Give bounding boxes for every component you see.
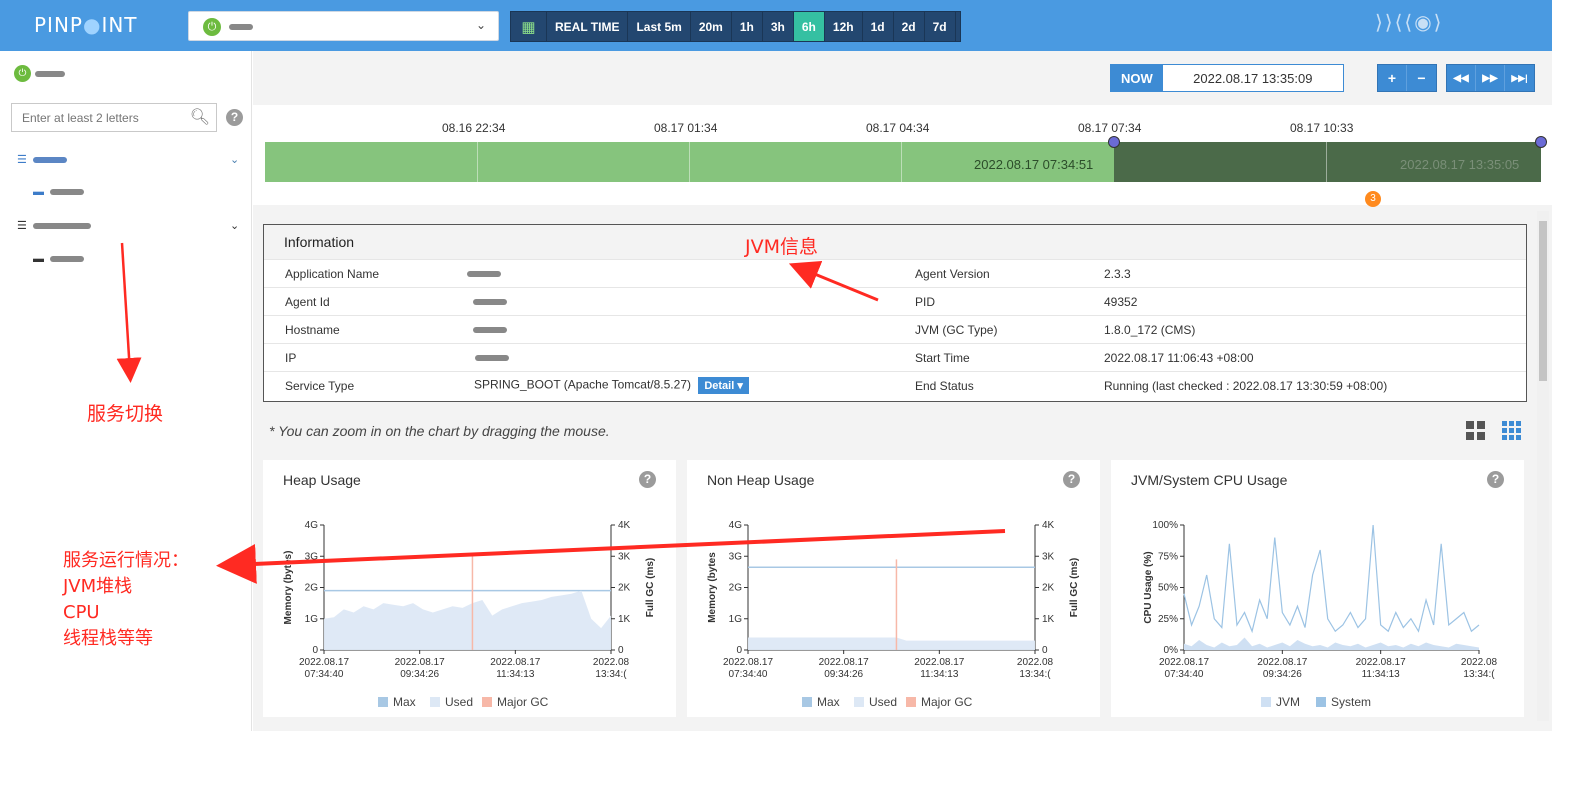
annotation-arrows [116, 242, 1006, 584]
annotation-line: JVM堆栈 [63, 576, 133, 597]
annotation-runtime: 服务运行情况： JVM堆栈 CPU 线程栈等等 [63, 548, 189, 652]
switch-arrow [116, 242, 142, 383]
annotation-service-switch: 服务切换 [87, 403, 164, 425]
annotation-jvm-info: JVM信息 [745, 236, 818, 258]
runtime-arrow [216, 529, 1006, 584]
jvm-arrow [788, 260, 879, 302]
annotation-line: 服务运行情况： [63, 550, 189, 571]
annotation-line: CPU [63, 602, 100, 623]
annotation-line: 线程栈等等 [63, 628, 153, 649]
